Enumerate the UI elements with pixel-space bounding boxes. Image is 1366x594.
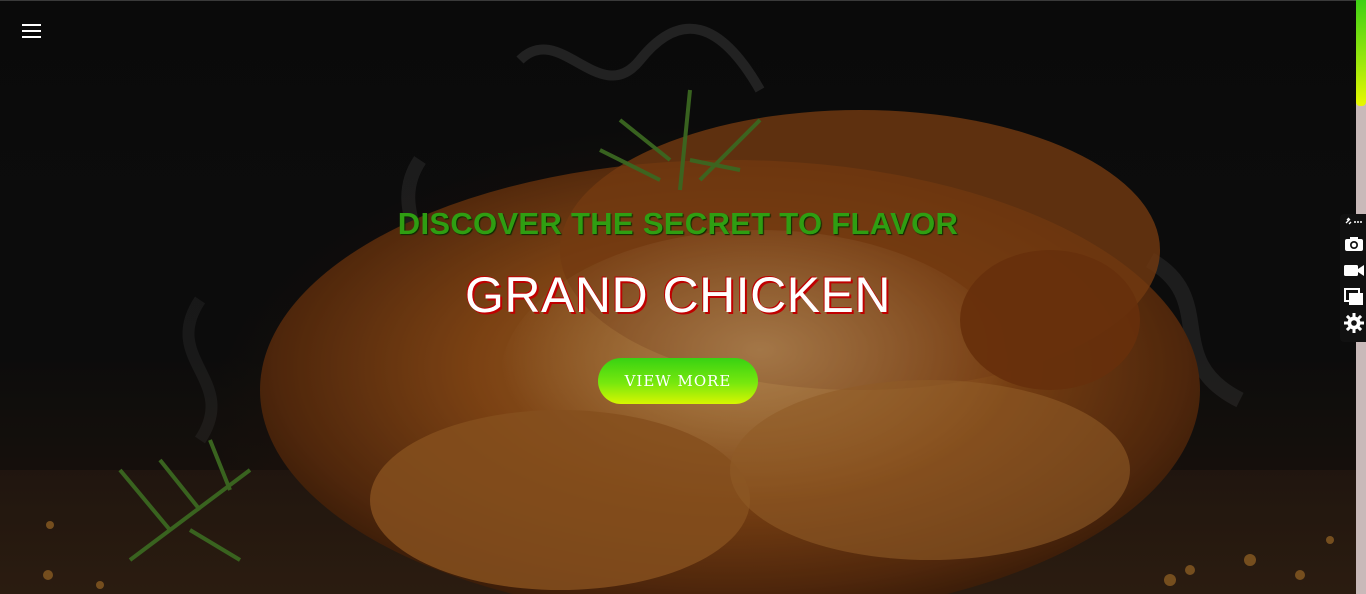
view-more-button[interactable]: VIEW MORE <box>598 358 758 404</box>
link-more-icon[interactable] <box>1343 216 1365 228</box>
hamburger-menu-icon[interactable] <box>20 24 44 42</box>
camera-icon[interactable] <box>1343 233 1365 255</box>
hero-title: GRAND CHICKEN <box>465 267 891 323</box>
top-border <box>0 0 1356 1</box>
windows-stack-icon[interactable] <box>1343 286 1365 308</box>
hero-section: DISCOVER THE SECRET TO FLAVOR GRAND CHIC… <box>0 0 1356 594</box>
scrollbar-thumb[interactable] <box>1356 0 1366 106</box>
hero-tagline: DISCOVER THE SECRET TO FLAVOR <box>397 206 959 241</box>
gear-icon[interactable] <box>1343 312 1365 334</box>
video-camera-icon[interactable] <box>1343 259 1365 281</box>
side-toolbar <box>1340 214 1366 342</box>
